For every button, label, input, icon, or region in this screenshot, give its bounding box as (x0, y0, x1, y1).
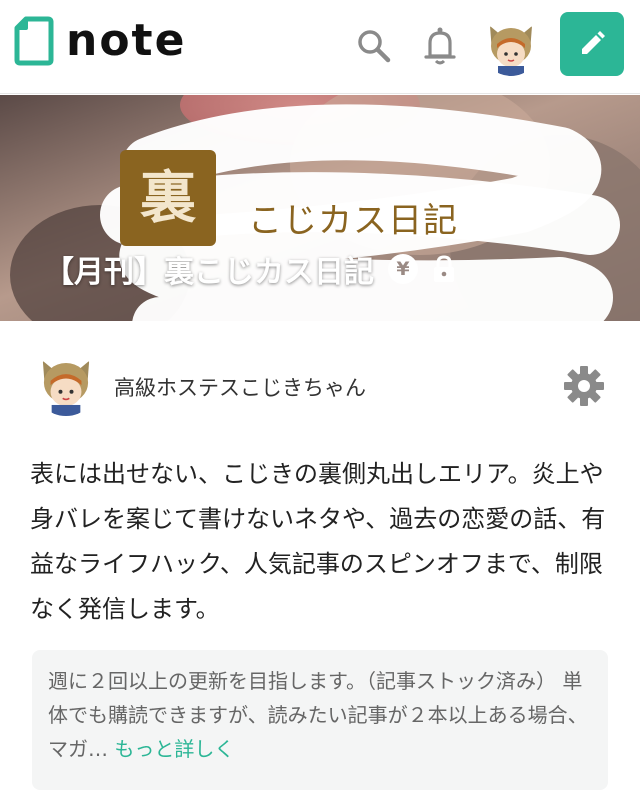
magazine-logo-badge: 裏 (120, 150, 216, 246)
magazine-description: 表には出せない、こじきの裏側丸出しエリア。炎上や身バレを案じて書けないネタや、過… (30, 460, 606, 623)
magazine-cover[interactable]: 裏 こじカス日記 【月刊】裏こじカス日記 ¥ (0, 95, 640, 321)
author-avatar[interactable] (34, 352, 98, 416)
magazine-title: 【月刊】裏こじカス日記 (44, 255, 374, 290)
paid-badge: ¥ (388, 254, 418, 284)
author-avatar-illustration-icon (34, 352, 98, 416)
search-icon (358, 30, 391, 63)
avatar-illustration-icon (482, 18, 540, 76)
magazine-notice: 週に２回以上の更新を目指します。（記事ストック済み） 単体でも購読できますが、読… (32, 650, 608, 790)
author-name[interactable]: 高級ホステスこじきちゃん (114, 372, 366, 402)
user-avatar[interactable] (482, 18, 540, 76)
logo-text: note (66, 15, 187, 66)
cover-subtitle: こじカス日記 (248, 201, 458, 241)
app-header: note (0, 0, 640, 94)
search-button[interactable] (354, 24, 394, 68)
post-button[interactable] (560, 12, 624, 76)
gear-icon[interactable] (562, 364, 606, 408)
note-logo-icon (14, 16, 54, 66)
notifications-button[interactable] (420, 24, 460, 68)
more-details-link[interactable]: もっと詳しく (114, 737, 234, 761)
magazine-title-row: 【月刊】裏こじカス日記 ¥ (44, 247, 456, 291)
pencil-icon (582, 31, 605, 54)
note-logo[interactable]: note (14, 16, 186, 66)
bell-icon (424, 27, 456, 65)
logo-character: 裏 (140, 165, 196, 231)
lock-icon (434, 255, 454, 282)
